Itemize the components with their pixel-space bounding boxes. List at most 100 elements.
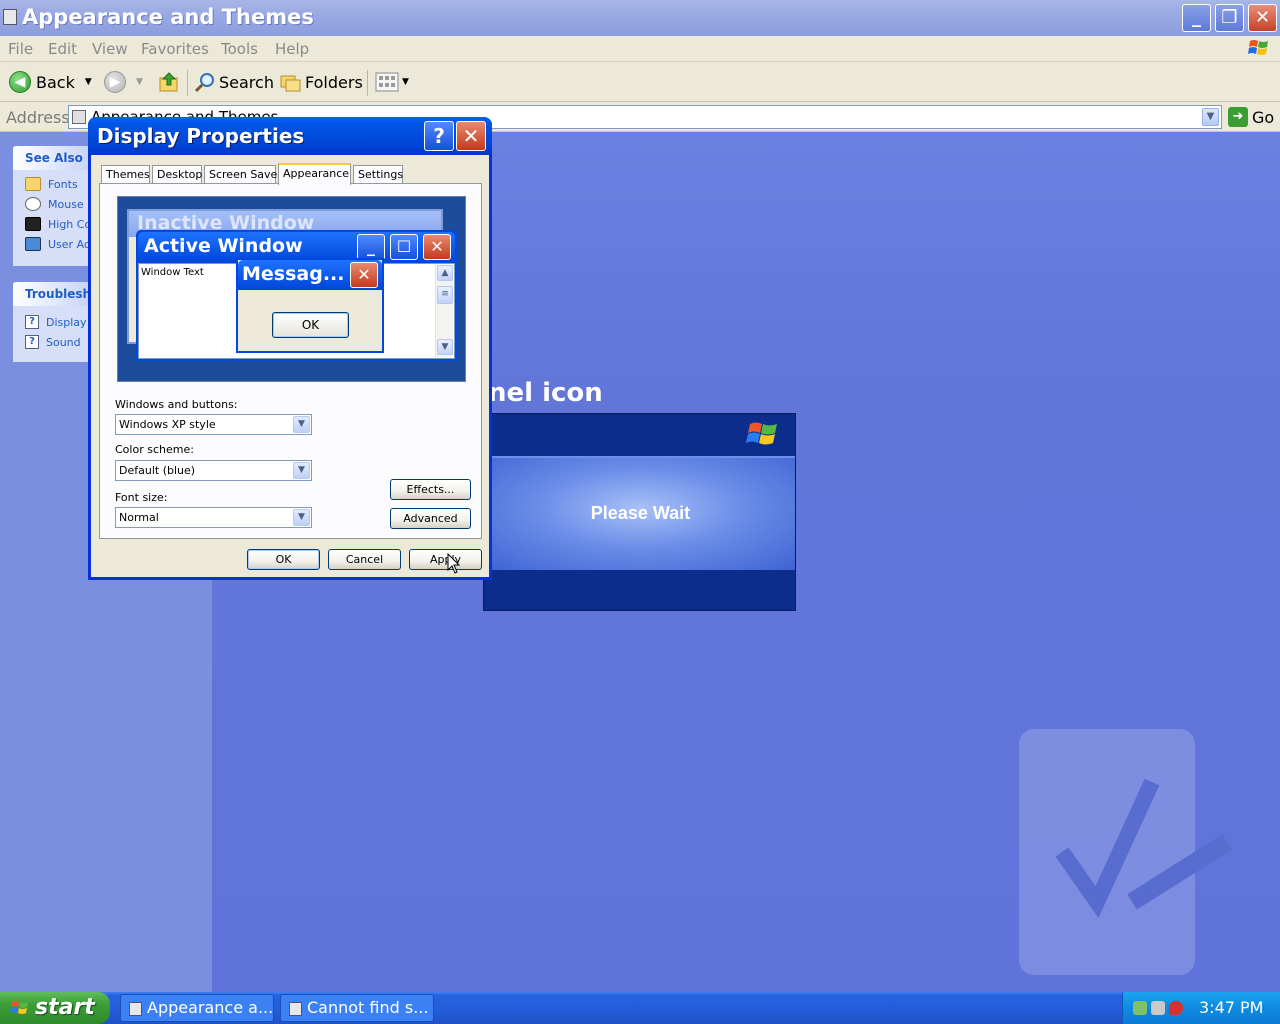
explorer-title-bar[interactable]: Appearance and Themes _ ❐ ✕	[0, 0, 1280, 36]
windows-buttons-value: Windows XP style	[119, 418, 216, 431]
folders-icon	[280, 75, 301, 92]
folders-button[interactable]: Folders	[280, 70, 363, 94]
explorer-title: Appearance and Themes	[22, 5, 314, 29]
preview-scrollbar: ▲ ≡ ▼	[435, 265, 453, 357]
scroll-thumb: ≡	[437, 286, 453, 304]
appearance-watermark-icon	[1019, 729, 1232, 975]
high-contrast-icon	[25, 217, 41, 231]
tab-appearance[interactable]: Appearance	[278, 163, 351, 185]
link-fonts[interactable]: Fonts	[13, 174, 93, 194]
address-dropdown-icon[interactable]: ▼	[1202, 108, 1219, 126]
start-label: start	[35, 995, 95, 1020]
close-icon: ✕	[1254, 7, 1271, 28]
control-panel-icon-heading: nel icon	[488, 378, 603, 408]
preview-message-titlebar: Messag... ✕	[238, 260, 382, 290]
folders-label: Folders	[305, 72, 363, 92]
link-sound-troubleshooter[interactable]: ? Sound	[13, 332, 93, 352]
dialog-title-bar[interactable]: Display Properties ? ✕	[88, 117, 492, 155]
preview-window-text: Window Text	[141, 267, 204, 278]
preview-active-window: Active Window _ ☐ ✕ Window Text ▲ ≡ ▼ Me…	[136, 230, 457, 361]
color-scheme-select[interactable]: Default (blue) ▼	[115, 460, 312, 481]
preview-ok-button: OK	[272, 312, 349, 338]
preview-message-box: Messag... ✕ OK	[236, 258, 384, 353]
forward-button[interactable]: ▶ ▼	[104, 70, 143, 94]
toolbar-separator	[367, 70, 368, 96]
tab-settings[interactable]: Settings	[353, 165, 403, 184]
tab-themes[interactable]: Themes	[101, 165, 150, 184]
user-accounts-icon	[25, 237, 41, 251]
color-scheme-value: Default (blue)	[119, 464, 196, 477]
close-button[interactable]: ✕	[1248, 4, 1277, 32]
link-display-troubleshooter[interactable]: ? Display	[13, 312, 93, 332]
close-icon: ✕	[462, 124, 480, 148]
back-label: Back	[36, 72, 75, 92]
link-mouse-label: Mouse P	[48, 197, 93, 211]
search-label: Search	[219, 72, 274, 92]
tab-screen-saver[interactable]: Screen Saver	[204, 165, 282, 184]
link-high-contrast[interactable]: High Cor	[13, 214, 93, 234]
advanced-button[interactable]: Advanced	[390, 508, 471, 529]
link-high-contrast-label: High Cor	[48, 217, 93, 231]
forward-dropdown-icon: ▼	[136, 77, 143, 87]
help-button[interactable]: ?	[424, 121, 454, 151]
windows-logo-icon	[1248, 40, 1268, 55]
network-tray-icon[interactable]	[1133, 1001, 1147, 1015]
appearance-preview: Inactive Window Active Window _ ☐ ✕ Wind…	[117, 196, 466, 382]
chevron-down-icon: ▼	[293, 462, 310, 479]
display-properties-dialog: Display Properties ? ✕ Themes Desktop Sc…	[88, 117, 492, 580]
appearance-tab-panel: Inactive Window Active Window _ ☐ ✕ Wind…	[99, 183, 482, 539]
please-wait-splash: Please Wait	[483, 413, 796, 611]
menu-bar: File Edit View Favorites Tools Help	[0, 36, 1280, 62]
dialog-close-button[interactable]: ✕	[456, 121, 486, 151]
taskbar-button-cannot-find[interactable]: Cannot find s...	[280, 994, 434, 1022]
folder-icon	[72, 110, 86, 124]
link-mouse-pointers[interactable]: Mouse P	[13, 194, 93, 214]
toolbar-separator	[187, 70, 188, 96]
back-button[interactable]: ◀ Back ▼	[9, 70, 92, 94]
minimize-icon: _	[1192, 7, 1201, 28]
menu-edit[interactable]: Edit	[48, 40, 77, 58]
menu-favorites[interactable]: Favorites	[141, 40, 209, 58]
splash-bottom-band	[484, 570, 795, 610]
font-size-select[interactable]: Normal ▼	[115, 507, 312, 528]
restore-button[interactable]: ❐	[1215, 4, 1244, 32]
see-also-panel: See Also Fonts Mouse P High Cor User Acc	[13, 146, 93, 266]
effects-button[interactable]: Effects...	[390, 479, 471, 500]
link-user-accounts[interactable]: User Acc	[13, 234, 93, 254]
ok-button[interactable]: OK	[247, 549, 320, 570]
back-dropdown-icon[interactable]: ▼	[85, 77, 92, 87]
apply-button[interactable]: Apply	[409, 549, 482, 570]
scroll-up-icon: ▲	[437, 265, 453, 281]
back-arrow-icon: ◀	[9, 71, 31, 93]
please-wait-message: Please Wait	[590, 503, 691, 523]
link-sound-label: Sound	[46, 335, 81, 349]
link-fonts-label: Fonts	[48, 177, 78, 191]
menu-tools[interactable]: Tools	[221, 40, 258, 58]
views-button[interactable]: ▼	[375, 70, 409, 94]
dialog-window-icon	[289, 1002, 302, 1016]
up-folder-button[interactable]	[158, 70, 180, 94]
search-button[interactable]: Search	[194, 70, 274, 94]
start-button[interactable]: start	[0, 992, 110, 1024]
views-icon	[375, 72, 399, 92]
go-arrow-icon: ➜	[1228, 107, 1248, 127]
cancel-button[interactable]: Cancel	[328, 549, 401, 570]
tab-desktop[interactable]: Desktop	[152, 165, 202, 184]
go-button[interactable]: ➜ Go	[1228, 107, 1274, 127]
menu-file[interactable]: File	[8, 40, 33, 58]
security-shield-icon[interactable]	[1169, 1001, 1183, 1015]
preview-active-title: Active Window	[144, 235, 303, 257]
up-folder-icon	[159, 72, 178, 92]
scroll-down-icon: ▼	[437, 339, 453, 355]
menu-help[interactable]: Help	[275, 40, 309, 58]
chevron-down-icon: ▼	[293, 509, 310, 526]
address-label: Address	[6, 108, 70, 127]
troubleshooters-panel: Troubleshoo ? Display ? Sound	[13, 282, 93, 362]
minimize-button[interactable]: _	[1182, 4, 1211, 32]
restore-icon: ❐	[1221, 7, 1238, 28]
windows-buttons-select[interactable]: Windows XP style ▼	[115, 414, 312, 435]
taskbar-button-appearance[interactable]: Appearance a...	[120, 994, 274, 1022]
menu-view[interactable]: View	[92, 40, 128, 58]
volume-tray-icon[interactable]	[1151, 1001, 1165, 1015]
font-size-label: Font size:	[115, 491, 168, 504]
